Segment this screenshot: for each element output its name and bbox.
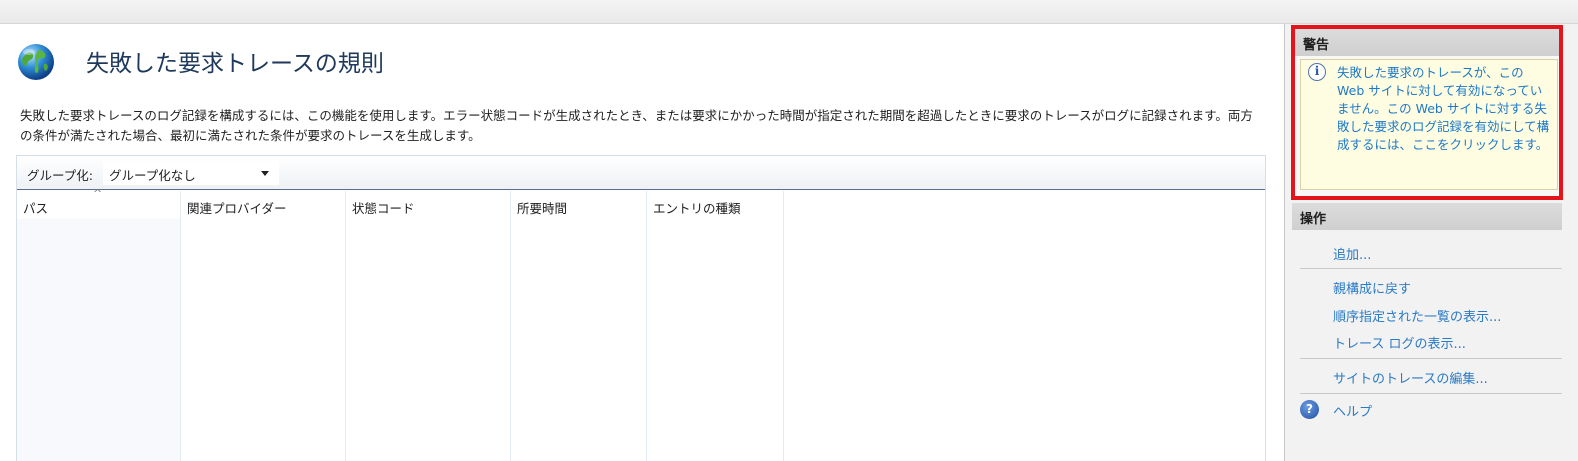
warning-header: 警告: [1295, 29, 1559, 56]
actions-header: 操作: [1292, 203, 1562, 230]
group-by-label: グループ化:: [27, 168, 93, 183]
action-add[interactable]: 追加...: [1333, 244, 1371, 263]
page-title: 失敗した要求トレースの規則: [86, 51, 384, 77]
column-header-entry-type[interactable]: エントリの種類: [653, 198, 741, 217]
column-header-status-code[interactable]: 状態コード: [352, 198, 415, 217]
column-status-code[interactable]: 状態コード: [346, 191, 511, 461]
action-view-trace-logs[interactable]: トレース ログの表示...: [1333, 333, 1466, 352]
group-by-value: グループ化なし: [109, 168, 196, 183]
sorted-column-background: [17, 219, 180, 461]
column-entry-type[interactable]: エントリの種類: [647, 191, 784, 461]
sort-ascending-icon: ^: [93, 187, 103, 200]
window-top-bar: [0, 0, 1578, 24]
column-header-provider[interactable]: 関連プロバイダー: [187, 198, 287, 217]
group-by-bar: グループ化: グループ化なし: [17, 156, 1265, 190]
warning-panel: 警告 i 失敗した要求のトレースが、この Web サイトに対して有効になっていま…: [1291, 25, 1563, 200]
separator: [1300, 268, 1562, 269]
separator: [1300, 393, 1562, 394]
separator: [1300, 358, 1562, 359]
warning-text[interactable]: 失敗した要求のトレースが、この Web サイトに対して有効になっていません。この…: [1337, 64, 1551, 154]
column-time-taken[interactable]: 所要時間: [511, 191, 647, 461]
group-by-dropdown[interactable]: グループ化なし: [103, 161, 279, 185]
action-view-ordered-list[interactable]: 順序指定された一覧の表示...: [1333, 306, 1501, 325]
action-edit-site-tracing[interactable]: サイトのトレースの編集...: [1333, 368, 1488, 387]
globe-icon: [18, 44, 54, 80]
action-help[interactable]: ヘルプ: [1333, 401, 1372, 420]
warning-message[interactable]: i 失敗した要求のトレースが、この Web サイトに対して有効になっていません。…: [1300, 59, 1558, 190]
column-path[interactable]: ^ パス: [17, 187, 181, 461]
main-panel: 失敗した要求トレースの規則 失敗した要求トレースのログ記録を構成するには、この機…: [0, 24, 1283, 461]
column-provider[interactable]: 関連プロバイダー: [181, 191, 346, 461]
action-revert-to-parent[interactable]: 親構成に戻す: [1333, 278, 1411, 297]
page-description: 失敗した要求トレースのログ記録を構成するには、この機能を使用します。エラー状態コ…: [20, 108, 1253, 143]
column-header-path[interactable]: パス: [23, 198, 48, 217]
dropdown-arrow-icon: [261, 171, 269, 176]
rules-list: グループ化: グループ化なし ^ パス 関連プロバイダー 状態コード 所要時間 …: [16, 155, 1266, 461]
info-icon: i: [1308, 63, 1326, 81]
help-icon[interactable]: ?: [1300, 400, 1319, 419]
column-header-time-taken[interactable]: 所要時間: [517, 198, 567, 217]
